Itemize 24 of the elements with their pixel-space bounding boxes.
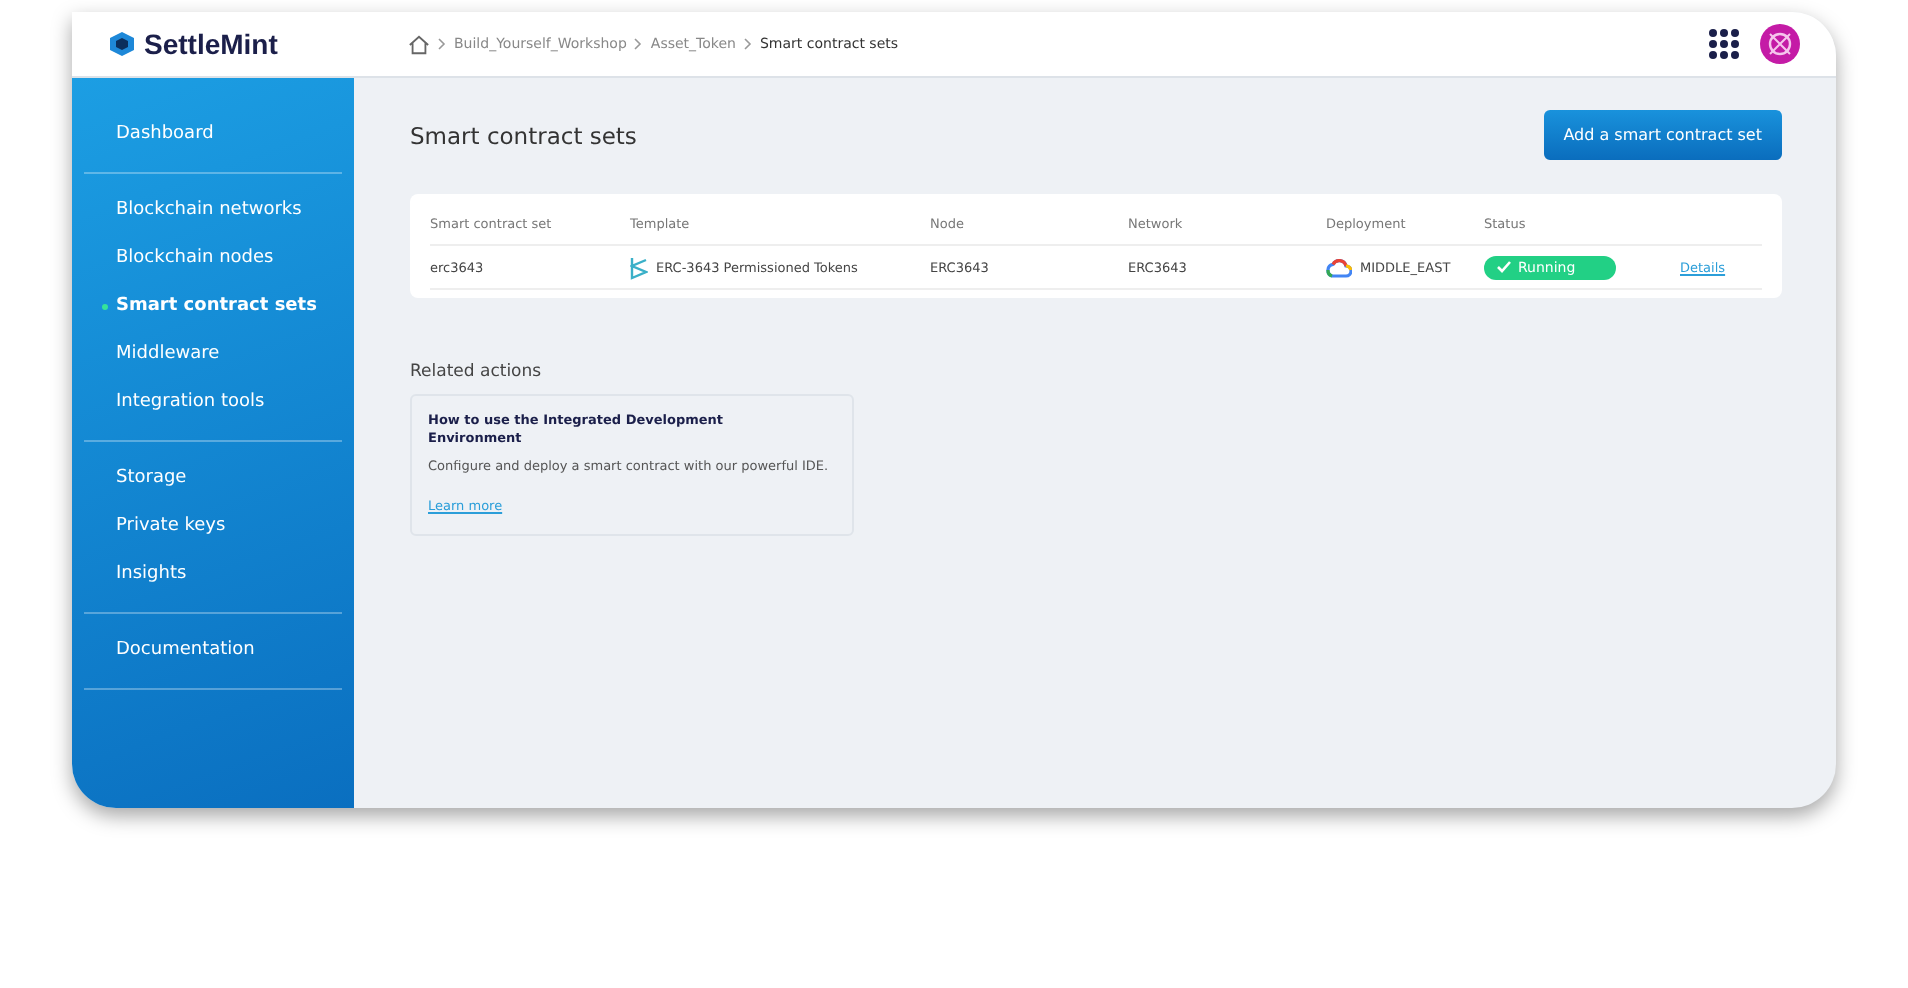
chevron-icon <box>743 38 752 50</box>
sidebar-item[interactable]: Blockchain networks <box>84 194 342 228</box>
avatar-icon[interactable] <box>1760 24 1800 64</box>
chevron-icon <box>634 38 643 50</box>
home-icon[interactable] <box>408 33 430 55</box>
sidebar-item[interactable]: Smart contract sets <box>84 290 342 324</box>
sidebar-item[interactable]: Middleware <box>84 338 342 372</box>
cloud-icon <box>1326 257 1352 277</box>
chevron-icon <box>438 38 446 50</box>
add-button[interactable]: Add a smart contract set <box>1543 110 1782 160</box>
sidebar-item[interactable]: Integration tools <box>84 386 342 420</box>
page-title: Smart contract sets <box>410 121 637 149</box>
sidebar-item[interactable]: Private keys <box>84 510 342 544</box>
apps-grid-icon[interactable] <box>1708 28 1740 60</box>
sidebar-item[interactable]: Documentation <box>84 634 342 668</box>
section-title: Related actions <box>410 362 544 382</box>
logo-text: SettleMint <box>144 28 278 60</box>
cube-logo-icon <box>108 30 136 58</box>
sidebar-item[interactable]: Dashboard <box>84 118 342 152</box>
sidebar-item[interactable]: Blockchain nodes <box>84 242 342 276</box>
check-icon <box>1496 260 1512 274</box>
sidebar-item[interactable]: Storage <box>84 462 342 496</box>
sidebar-item[interactable]: Insights <box>84 558 342 592</box>
template-icon <box>630 255 648 279</box>
